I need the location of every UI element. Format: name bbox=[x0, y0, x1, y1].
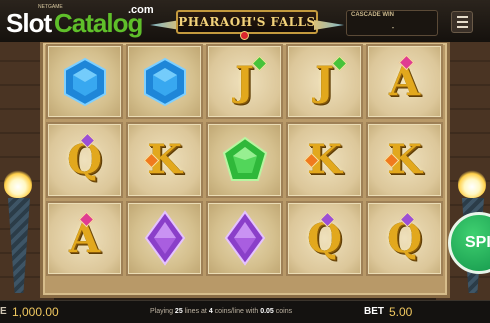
sapphire-icon bbox=[59, 56, 111, 108]
reel-cell: Q bbox=[286, 200, 363, 276]
red-jewel-icon bbox=[240, 31, 249, 40]
logo-word-slot: Slot bbox=[6, 8, 52, 38]
reel-cell bbox=[126, 200, 203, 276]
symbol-letter: J bbox=[315, 58, 334, 106]
status-bar: E 1,000.00 Playing 25 lines at 4 coins/l… bbox=[0, 300, 490, 323]
reel-cell: J bbox=[286, 44, 363, 120]
game-stage: J J A Q K K K A Q Q SPI bbox=[0, 0, 490, 300]
reel-cell: J bbox=[206, 44, 283, 120]
green-gem-icon bbox=[331, 55, 348, 72]
balance-label: E bbox=[0, 306, 7, 317]
symbol-letter: J bbox=[235, 58, 254, 106]
reel-cell: K bbox=[366, 122, 443, 198]
sapphire-icon bbox=[139, 56, 191, 108]
reel-cell bbox=[126, 44, 203, 120]
top-bar: NETGAME Slot Catalog .com PHARAOH'S FALL… bbox=[0, 0, 490, 42]
torch-stand bbox=[8, 198, 30, 293]
reel-cell: A bbox=[366, 44, 443, 120]
reel-cell: Q bbox=[46, 122, 123, 198]
cascade-win-label: CASCADE WIN bbox=[351, 12, 394, 18]
emerald-icon bbox=[219, 134, 271, 186]
reel-cell: Q bbox=[366, 200, 443, 276]
bet-value[interactable]: 5.00 bbox=[389, 305, 412, 319]
coins-count: 4 bbox=[208, 308, 213, 315]
hamburger-icon bbox=[456, 16, 468, 18]
cascade-win-panel: CASCADE WIN - bbox=[346, 10, 438, 36]
wing-right-icon bbox=[314, 20, 344, 30]
reel-cell: K bbox=[126, 122, 203, 198]
reel-cell: K bbox=[286, 122, 363, 198]
coin-suffix: coins bbox=[275, 308, 293, 315]
coins-text: coins/line with bbox=[214, 308, 259, 315]
logo-suffix: .com bbox=[128, 4, 154, 16]
amethyst-icon bbox=[223, 210, 267, 267]
flame-icon bbox=[4, 170, 32, 198]
cascade-win-value: - bbox=[391, 23, 395, 32]
green-gem-icon bbox=[251, 55, 268, 72]
reel-grid: J J A Q K K K A Q Q bbox=[46, 44, 443, 276]
amethyst-icon bbox=[143, 210, 187, 267]
menu-button[interactable] bbox=[451, 11, 473, 33]
slotcatalog-logo: NETGAME Slot Catalog .com bbox=[6, 4, 156, 40]
playing-prefix: Playing bbox=[150, 308, 173, 315]
lines-text: lines at bbox=[184, 308, 207, 315]
balance-value: 1,000.00 bbox=[12, 305, 59, 319]
reel-cell bbox=[206, 122, 283, 198]
reel-cell bbox=[46, 44, 123, 120]
left-torch bbox=[4, 170, 34, 293]
game-title: PHARAOH'S FALLS bbox=[178, 15, 316, 29]
game-title-plaque: PHARAOH'S FALLS bbox=[176, 10, 318, 34]
lines-count: 25 bbox=[174, 308, 183, 315]
bet-label: BET bbox=[364, 306, 384, 317]
reel-cell: A bbox=[46, 200, 123, 276]
flame-icon bbox=[458, 170, 486, 198]
spin-label: SPI bbox=[465, 234, 490, 251]
reel-cell bbox=[206, 200, 283, 276]
coin-value: 0.05 bbox=[260, 308, 274, 315]
play-info: Playing 25 lines at 4 coins/line with 0.… bbox=[150, 308, 292, 315]
